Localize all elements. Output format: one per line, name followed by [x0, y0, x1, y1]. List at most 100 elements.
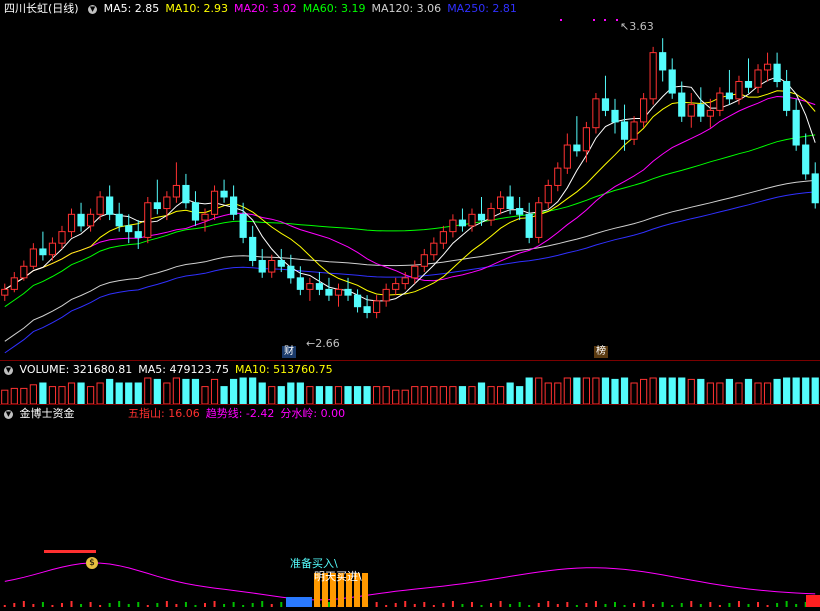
candle-body: [763, 63, 772, 71]
candle-body: [220, 190, 228, 198]
volume-bar: [773, 378, 781, 404]
candle: [191, 191, 200, 226]
candle-body: [468, 213, 476, 227]
candle: [144, 196, 152, 244]
volume-bar: [763, 382, 772, 404]
candle-body: [296, 277, 304, 290]
high-label: 3.63: [629, 20, 654, 33]
ranking-badge[interactable]: 榜: [594, 346, 608, 358]
candle-body: [430, 242, 438, 256]
volume-bar: [1, 389, 9, 404]
stock-name: 四川长虹: [4, 2, 48, 15]
candle-body: [678, 92, 686, 117]
fund-bar: [575, 605, 578, 607]
volume-bar: [706, 382, 714, 404]
volume-bar: [477, 382, 486, 404]
indicator-panel[interactable]: ▼ 金博士资金 五指山: 16.06 趋势线: -2.42 分水岭: 0.00 准备…: [0, 405, 820, 611]
money-bag-icon: $: [86, 557, 98, 569]
high-annotation: ↖3.63: [620, 20, 654, 33]
wuzhishan-bar: [44, 550, 96, 553]
candle-body: [439, 231, 447, 244]
prepare-buy-bar: [286, 597, 312, 607]
ma-legend-items: MA5: 2.85 MA10: 2.93 MA20: 3.02 MA60: 3.19 M…: [104, 2, 523, 15]
candle: [468, 208, 476, 232]
candle-body: [630, 121, 638, 140]
candle: [640, 93, 648, 128]
candle-body: [783, 81, 791, 111]
indicator-toggle-icon[interactable]: ▼: [4, 409, 13, 419]
volume-bar: [20, 387, 28, 404]
finance-badge[interactable]: 财: [282, 346, 296, 358]
candle: [783, 69, 791, 117]
indicator-chart[interactable]: [0, 405, 820, 611]
candle-body: [363, 306, 371, 313]
price-chart-panel[interactable]: 四川长虹(日线) ▼ MA5: 2.85 MA10: 2.93 MA20: 3.02…: [0, 0, 820, 360]
fund-bar: [633, 603, 636, 607]
fund-bar: [585, 603, 588, 607]
volume-bar: [382, 386, 390, 404]
volume-bar: [458, 386, 467, 404]
tomorrow-buy-label: 明天买进: [314, 570, 358, 583]
candle: [735, 75, 743, 105]
candle-body: [163, 196, 171, 210]
volume-bar: [392, 389, 400, 404]
fund-bar: [728, 603, 731, 607]
volume-toggle-icon[interactable]: ▼: [4, 365, 13, 375]
fund-bar: [32, 604, 35, 607]
candle: [382, 283, 390, 307]
trend-line: [4, 562, 816, 601]
fund-bar: [785, 601, 788, 607]
candle-body: [239, 213, 247, 238]
volume-legend-item-2: MA10: 513760.75: [234, 363, 333, 376]
fund-bar: [394, 603, 397, 607]
fund-bar: [709, 602, 712, 607]
signal-dot: [560, 19, 562, 21]
candle: [592, 93, 600, 134]
fund-bar: [461, 604, 464, 607]
fund-bar: [661, 602, 664, 607]
volume-bar: [630, 382, 638, 404]
volume-bar: [58, 386, 66, 404]
candle: [334, 283, 343, 307]
volume-bar: [640, 378, 648, 404]
volume-bar: [306, 386, 314, 404]
candle-body: [373, 300, 381, 313]
legend-toggle-icon[interactable]: ▼: [88, 4, 98, 14]
candle-body: [115, 213, 123, 227]
candle-body: [210, 190, 219, 215]
candle-body: [182, 184, 190, 204]
fund-bar: [204, 603, 206, 607]
indicator-legend: ▼ 金博士资金 五指山: 16.06 趋势线: -2.42 分水岭: 0.00: [4, 408, 357, 420]
candle-body: [144, 202, 152, 238]
volume-bar: [325, 386, 333, 404]
fund-bar: [652, 604, 655, 607]
candle: [487, 202, 495, 226]
fund-bar: [718, 605, 721, 607]
volume-bar: [554, 382, 562, 404]
candle: [258, 248, 266, 278]
candle: [659, 38, 667, 82]
candle-body: [573, 144, 581, 152]
fund-bar: [699, 604, 702, 607]
volume-bar: [287, 382, 295, 404]
candle-body: [96, 196, 104, 215]
fund-bar: [251, 603, 254, 607]
volume-panel[interactable]: ▼ VOLUME: 321680.81 MA5: 479123.75 MA10: 5…: [0, 361, 820, 404]
candle: [353, 289, 362, 313]
candle-body: [554, 167, 562, 186]
candle-body: [811, 173, 819, 204]
candle-body: [277, 260, 285, 267]
volume-bar: [48, 386, 57, 404]
candlestick-chart[interactable]: [0, 0, 820, 360]
volume-bar: [315, 386, 324, 404]
candle-body: [325, 288, 333, 296]
volume-bar: [668, 377, 676, 404]
volume-bar: [659, 377, 667, 404]
price-legend: 四川长虹(日线) ▼ MA5: 2.85 MA10: 2.93 MA20: 3.02…: [4, 3, 529, 15]
candle-body: [735, 81, 743, 100]
tomorrow-buy-signal: 明天买进\: [314, 570, 362, 583]
volume-bar: [39, 382, 47, 404]
candle-body: [420, 254, 428, 267]
fund-bar: [3, 605, 6, 607]
candle: [401, 272, 409, 290]
